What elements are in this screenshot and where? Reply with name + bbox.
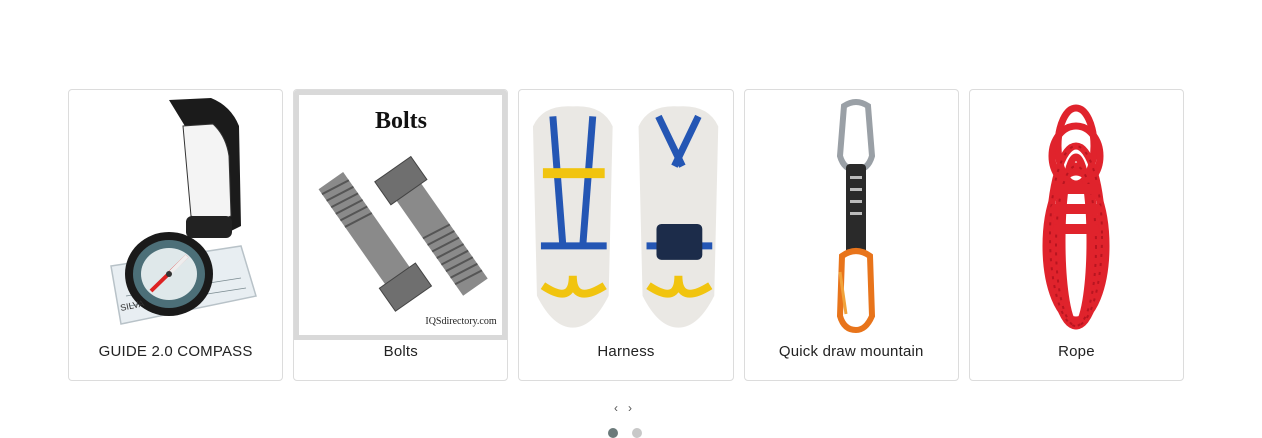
next-arrow-icon[interactable]: ›	[626, 401, 634, 415]
quickdraw-image	[749, 94, 954, 338]
product-card-rope[interactable]: Rope	[968, 89, 1185, 381]
bolts-watermark: IQSdirectory.com	[425, 316, 496, 327]
bolts-icon: Bolts IQSdirectory.com	[318, 108, 497, 327]
product-card-bolts[interactable]: Bolts IQSdirectory.com Bolts	[293, 89, 509, 381]
harness-image	[523, 94, 728, 338]
product-label: Harness	[597, 343, 655, 360]
prev-arrow-icon[interactable]: ‹	[612, 401, 620, 415]
compass-icon: SILVA	[109, 98, 257, 325]
rope-icon	[1042, 104, 1110, 330]
product-card-harness[interactable]: Harness	[518, 89, 734, 381]
product-carousel: SILVA GUIDE 2.0 COMPASS Bolts IQSdirecto…	[68, 89, 1185, 381]
product-card-quickdraw[interactable]: Quick draw mountain	[743, 89, 959, 381]
quickdraw-icon	[837, 99, 876, 334]
bolts-image-title: Bolts	[375, 108, 427, 134]
carousel-pagination	[608, 428, 642, 438]
harness-icon	[533, 106, 719, 328]
product-card-compass[interactable]: SILVA GUIDE 2.0 COMPASS	[68, 89, 284, 381]
carousel-nav: ‹ ›	[612, 401, 634, 415]
product-label: Bolts	[383, 343, 418, 360]
product-label: Rope	[1058, 343, 1095, 360]
pagination-dot-2[interactable]	[632, 428, 642, 438]
rope-image	[974, 94, 1179, 338]
pagination-dot-1[interactable]	[608, 428, 618, 438]
bolts-image: Bolts IQSdirectory.com	[298, 94, 503, 338]
product-label: Quick draw mountain	[778, 343, 924, 360]
product-label: GUIDE 2.0 COMPASS	[98, 343, 253, 360]
compass-image: SILVA	[73, 94, 278, 338]
